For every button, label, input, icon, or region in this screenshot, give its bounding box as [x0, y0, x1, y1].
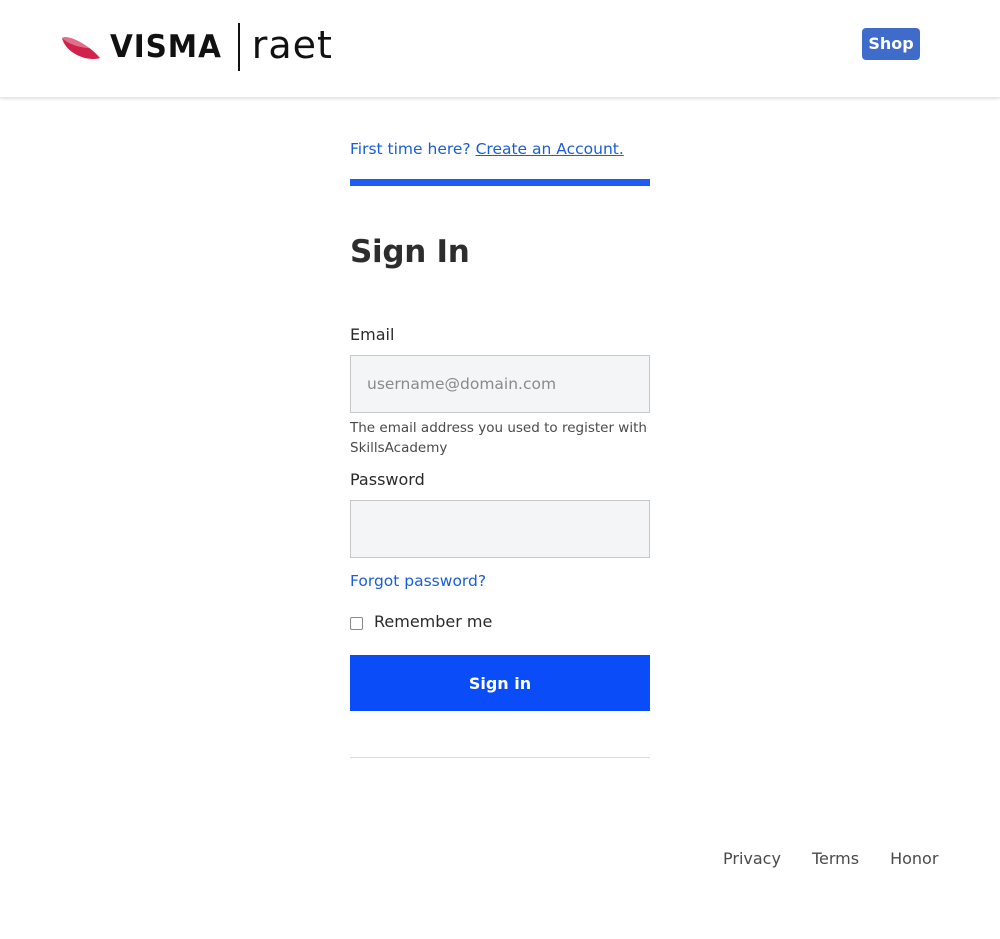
page-title: Sign In: [350, 234, 470, 270]
email-field[interactable]: [350, 355, 650, 413]
sign-in-button[interactable]: Sign in: [350, 655, 650, 711]
remember-me-option[interactable]: Remember me: [350, 612, 492, 631]
first-time-text: First time here?: [350, 140, 471, 158]
footer-link-honor[interactable]: Honor: [890, 849, 938, 868]
form-divider: [350, 757, 650, 758]
shop-button[interactable]: Shop: [862, 28, 920, 60]
visma-swoosh-icon: [62, 37, 100, 60]
remember-me-label: Remember me: [374, 612, 493, 631]
logo-brand-text: VISMA: [110, 29, 222, 65]
footer-links: Privacy Terms Honor: [723, 849, 938, 868]
site-header: VISMA raet Shop: [0, 0, 1000, 98]
password-field[interactable]: [350, 500, 650, 558]
email-label: Email: [350, 325, 395, 344]
logo-product-text: raet: [251, 23, 333, 67]
create-account-link[interactable]: Create an Account.: [476, 140, 624, 158]
password-label: Password: [350, 470, 425, 489]
logo-divider: [237, 23, 240, 71]
accent-bar: [350, 179, 650, 186]
footer-link-privacy[interactable]: Privacy: [723, 849, 781, 868]
forgot-password-link[interactable]: Forgot password?: [350, 572, 486, 590]
footer-link-terms[interactable]: Terms: [812, 849, 859, 868]
visma-raet-logo[interactable]: VISMA raet: [60, 23, 333, 71]
first-time-prompt: First time here? Create an Account.: [350, 140, 624, 158]
email-help-text: The email address you used to register w…: [350, 420, 647, 456]
remember-me-checkbox[interactable]: [350, 616, 363, 630]
